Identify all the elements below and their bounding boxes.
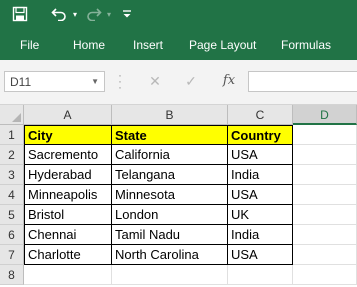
- cell-a2[interactable]: Sacremento: [24, 145, 112, 165]
- cell-a4[interactable]: Minneapolis: [24, 185, 112, 205]
- cell-c5[interactable]: UK: [228, 205, 293, 225]
- cell-a7[interactable]: Charlotte: [24, 245, 112, 265]
- save-icon[interactable]: [8, 3, 32, 25]
- cell-d8[interactable]: [293, 265, 357, 285]
- formula-bar: D11 ▼ · · · ✕ ✓ fx: [0, 60, 357, 105]
- cancel-icon[interactable]: ✕: [147, 73, 163, 89]
- column-header-a[interactable]: A: [24, 105, 112, 125]
- cell-c1[interactable]: Country: [228, 125, 293, 145]
- cell-b4[interactable]: Minnesota: [112, 185, 228, 205]
- cell-c7[interactable]: USA: [228, 245, 293, 265]
- select-all-button[interactable]: [0, 105, 24, 125]
- redo-icon[interactable]: [84, 3, 104, 25]
- undo-icon[interactable]: [48, 3, 70, 25]
- cell-a8[interactable]: [24, 265, 112, 285]
- insert-function-icon[interactable]: fx: [219, 72, 239, 90]
- cell-d4[interactable]: [293, 185, 357, 205]
- cell-b8[interactable]: [112, 265, 228, 285]
- cell-d7[interactable]: [293, 245, 357, 265]
- cell-c8[interactable]: [228, 265, 293, 285]
- cell-c2[interactable]: USA: [228, 145, 293, 165]
- enter-icon[interactable]: ✓: [183, 73, 199, 89]
- cell-c4[interactable]: USA: [228, 185, 293, 205]
- chevron-down-icon[interactable]: ▼: [91, 77, 99, 86]
- column-header-c[interactable]: C: [228, 105, 293, 125]
- cell-d5[interactable]: [293, 205, 357, 225]
- cell-d1[interactable]: [293, 125, 357, 145]
- row-header-1[interactable]: 1: [0, 125, 24, 145]
- column-header-b[interactable]: B: [112, 105, 228, 125]
- cell-a6[interactable]: Chennai: [24, 225, 112, 245]
- cell-d2[interactable]: [293, 145, 357, 165]
- cell-b2[interactable]: California: [112, 145, 228, 165]
- cell-b6[interactable]: Tamil Nadu: [112, 225, 228, 245]
- row-header-6[interactable]: 6: [0, 225, 24, 245]
- cell-d6[interactable]: [293, 225, 357, 245]
- row-header-3[interactable]: 3: [0, 165, 24, 185]
- name-box-value: D11: [10, 75, 32, 89]
- customize-qat-icon[interactable]: [120, 3, 134, 25]
- tab-home[interactable]: Home: [73, 38, 105, 52]
- tab-insert[interactable]: Insert: [133, 38, 163, 52]
- cell-a3[interactable]: Hyderabad: [24, 165, 112, 185]
- tab-file[interactable]: File: [20, 38, 39, 52]
- redo-dropdown-icon[interactable]: ▾: [104, 3, 114, 25]
- row-header-8[interactable]: 8: [0, 265, 24, 285]
- column-header-d[interactable]: D: [293, 105, 357, 125]
- undo-dropdown-icon[interactable]: ▾: [70, 3, 80, 25]
- row-header-2[interactable]: 2: [0, 145, 24, 165]
- cell-b1[interactable]: State: [112, 125, 228, 145]
- cell-c3[interactable]: India: [228, 165, 293, 185]
- ribbon-tabs: File Home Insert Page Layout Formulas: [0, 30, 357, 60]
- cell-b3[interactable]: Telangana: [112, 165, 228, 185]
- cell-a1[interactable]: City: [24, 125, 112, 145]
- formula-input[interactable]: [248, 71, 357, 92]
- row-header-7[interactable]: 7: [0, 245, 24, 265]
- resize-handle-icon[interactable]: · · ·: [118, 69, 124, 93]
- worksheet-grid: A B C D 1 2 3 4 5 6 7 8 City State Count…: [0, 105, 357, 287]
- cell-a5[interactable]: Bristol: [24, 205, 112, 225]
- cell-b7[interactable]: North Carolina: [112, 245, 228, 265]
- row-header-5[interactable]: 5: [0, 205, 24, 225]
- tab-formulas[interactable]: Formulas: [281, 38, 331, 52]
- tab-page-layout[interactable]: Page Layout: [189, 38, 256, 52]
- cell-d3[interactable]: [293, 165, 357, 185]
- cell-b5[interactable]: London: [112, 205, 228, 225]
- row-header-4[interactable]: 4: [0, 185, 24, 205]
- name-box[interactable]: D11 ▼: [4, 71, 105, 92]
- quick-access-toolbar: ▾ ▾: [0, 0, 357, 30]
- cell-c6[interactable]: India: [228, 225, 293, 245]
